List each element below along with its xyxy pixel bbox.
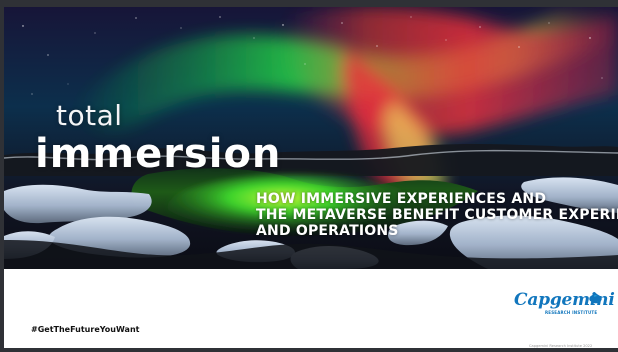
- report-cover: total immersion HOW IMMERSIVE EXPERIENCE…: [4, 7, 618, 348]
- spade-icon: [589, 292, 602, 304]
- capgemini-logo: Capgemini RESEARCH INSTITUTE: [514, 292, 615, 326]
- subtitle-line-3: AND OPERATIONS: [256, 223, 399, 239]
- cover-title-large: immersion: [35, 131, 282, 177]
- brand-subtitle: RESEARCH INSTITUTE: [545, 310, 598, 315]
- hashtag-text: #GetTheFutureYouWant: [31, 325, 140, 334]
- subtitle-line-2: THE METAVERSE BENEFIT CUSTOMER EXPERIENC…: [256, 207, 618, 223]
- cover-title-small: total: [56, 99, 123, 132]
- cover-footer: #GetTheFutureYouWant Capgemini RESEARCH …: [4, 269, 618, 348]
- copyright-text: Capgemini Research Institute 2022: [529, 344, 593, 348]
- aurora-hero-image: total immersion HOW IMMERSIVE EXPERIENCE…: [4, 7, 618, 269]
- viewer-frame: total immersion HOW IMMERSIVE EXPERIENCE…: [0, 0, 618, 352]
- cover-subtitle: HOW IMMERSIVE EXPERIENCES AND THE METAVE…: [256, 191, 618, 239]
- subtitle-line-1: HOW IMMERSIVE EXPERIENCES AND: [256, 191, 547, 207]
